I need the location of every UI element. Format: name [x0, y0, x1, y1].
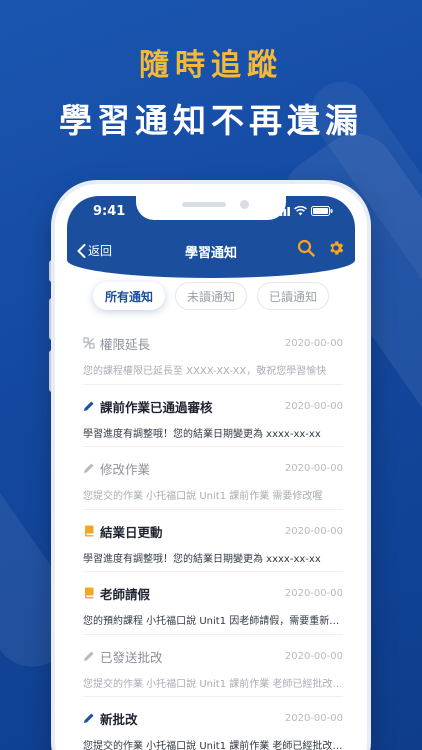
link-icon — [83, 334, 95, 353]
list-item-header: 老師請假 2020-00-00 — [83, 584, 343, 603]
list-item-title-wrap: 結業日更動 — [83, 522, 163, 541]
list-item-title: 權限延長 — [100, 337, 151, 352]
list-item-title: 修改作業 — [100, 462, 151, 477]
nav-actions — [297, 239, 345, 257]
list-item-date: 2020-00-00 — [284, 713, 343, 724]
list-item[interactable]: 老師請假 2020-00-00 您的預約課程 小托福口說 Unit1 因老師請假… — [83, 572, 343, 635]
battery-icon — [311, 206, 333, 216]
book-icon — [83, 522, 95, 541]
list-item-header: 已發送批改 2020-00-00 — [83, 647, 343, 666]
promo-subheadline: 學習通知不再遺漏 — [59, 101, 363, 140]
list-item-title: 已發送批改 — [100, 649, 163, 665]
list-item-description: 您的課程權限已延長至 XXXX-XX-XX，敬祝您學習愉快 — [83, 366, 327, 377]
phone-notch — [136, 196, 286, 220]
list-item-title: 老師請假 — [100, 587, 151, 602]
pencil-icon — [83, 397, 95, 416]
pencil-icon — [83, 459, 95, 478]
list-item-title: 新批改 — [100, 712, 138, 727]
list-item[interactable]: 新批改 2020-00-00 您提交的作業 小托福口說 Unit1 課前作業 老… — [83, 697, 343, 750]
notification-tabs: 所有通知 未讀通知 已讀通知 — [67, 282, 355, 310]
list-item[interactable]: 已發送批改 2020-00-00 您提交的作業 小托福口說 Unit1 課前作業… — [83, 635, 343, 697]
list-item-title-wrap: 新批改 — [83, 709, 138, 728]
list-item-header: 結業日更動 2020-00-00 — [83, 522, 343, 541]
list-item-header: 新批改 2020-00-00 — [83, 709, 343, 728]
list-item[interactable]: 課前作業已通過審核 2020-00-00 學習進度有調整哦！您的結業日期變更為 … — [83, 385, 343, 447]
list-item[interactable]: 修改作業 2020-00-00 您提交的作業 小托福口說 Unit1 課前作業 … — [83, 447, 343, 510]
list-item-date: 2020-00-00 — [284, 463, 343, 474]
tab-all[interactable]: 所有通知 — [93, 282, 165, 310]
list-item[interactable]: 權限延長 2020-00-00 您的課程權限已延長至 XXXX-XX-XX，敬祝… — [83, 322, 343, 385]
list-item-title-wrap: 已發送批改 — [83, 647, 163, 666]
tab-read[interactable]: 已讀通知 — [257, 282, 329, 310]
notification-list: 權限延長 2020-00-00 您的課程權限已延長至 XXXX-XX-XX，敬祝… — [83, 322, 343, 750]
list-item-description: 您提交的作業 小托福口說 Unit1 課前作業 老師已經批改完成 — [83, 741, 343, 750]
list-item-description: 您提交的作業 小托福口說 Unit1 課前作業 需要修改喔 — [83, 491, 323, 502]
app-screen: 9:41 返回 學習通知 所有通知 未讀通知 已讀通知 權限延長 2020-00… — [67, 196, 355, 750]
list-item-date: 2020-00-00 — [284, 400, 343, 412]
pencil-icon — [83, 709, 95, 728]
nav-bar: 返回 學習通知 — [67, 236, 355, 266]
promo-headline: 隨時追蹤 — [139, 48, 283, 83]
list-item[interactable]: 結業日更動 2020-00-00 學習進度有調整哦！您的結業日期變更為 xxxx… — [83, 510, 343, 572]
pencil-icon — [83, 647, 95, 666]
book-icon — [83, 584, 95, 603]
search-icon[interactable] — [297, 239, 315, 257]
phone-mockup: 9:41 返回 學習通知 所有通知 未讀通知 已讀通知 權限延長 2020-00… — [55, 184, 367, 750]
list-item-date: 2020-00-00 — [284, 650, 343, 662]
list-item-date: 2020-00-00 — [284, 525, 343, 537]
list-item-date: 2020-00-00 — [284, 588, 343, 599]
list-item-title-wrap: 修改作業 — [83, 459, 150, 478]
gear-icon[interactable] — [327, 239, 345, 257]
list-item-title-wrap: 課前作業已通過審核 — [83, 397, 213, 416]
tab-unread[interactable]: 未讀通知 — [175, 282, 247, 310]
front-camera — [240, 200, 249, 209]
list-item-title: 課前作業已通過審核 — [100, 399, 213, 415]
wifi-icon — [294, 206, 307, 216]
speaker-grille — [182, 202, 226, 207]
list-item-description: 您的預約課程 小托福口說 Unit1 因老師請假，需要重新預約 — [83, 616, 343, 627]
list-item-date: 2020-00-00 — [284, 338, 343, 349]
list-item-description: 學習進度有調整哦！您的結業日期變更為 xxxx-xx-xx — [83, 553, 321, 565]
list-item-title-wrap: 老師請假 — [83, 584, 150, 603]
list-item-header: 權限延長 2020-00-00 — [83, 334, 343, 353]
list-item-title-wrap: 權限延長 — [83, 334, 150, 353]
list-item-description: 您提交的作業 小托福口說 Unit1 課前作業 老師已經批改完成 — [83, 678, 343, 690]
list-item-title: 結業日更動 — [100, 524, 163, 540]
list-item-description: 學習進度有調整哦！您的結業日期變更為 xxxx-xx-xx — [83, 428, 321, 440]
status-time: 9:41 — [93, 204, 126, 219]
list-item-header: 修改作業 2020-00-00 — [83, 459, 343, 478]
list-item-header: 課前作業已通過審核 2020-00-00 — [83, 397, 343, 416]
